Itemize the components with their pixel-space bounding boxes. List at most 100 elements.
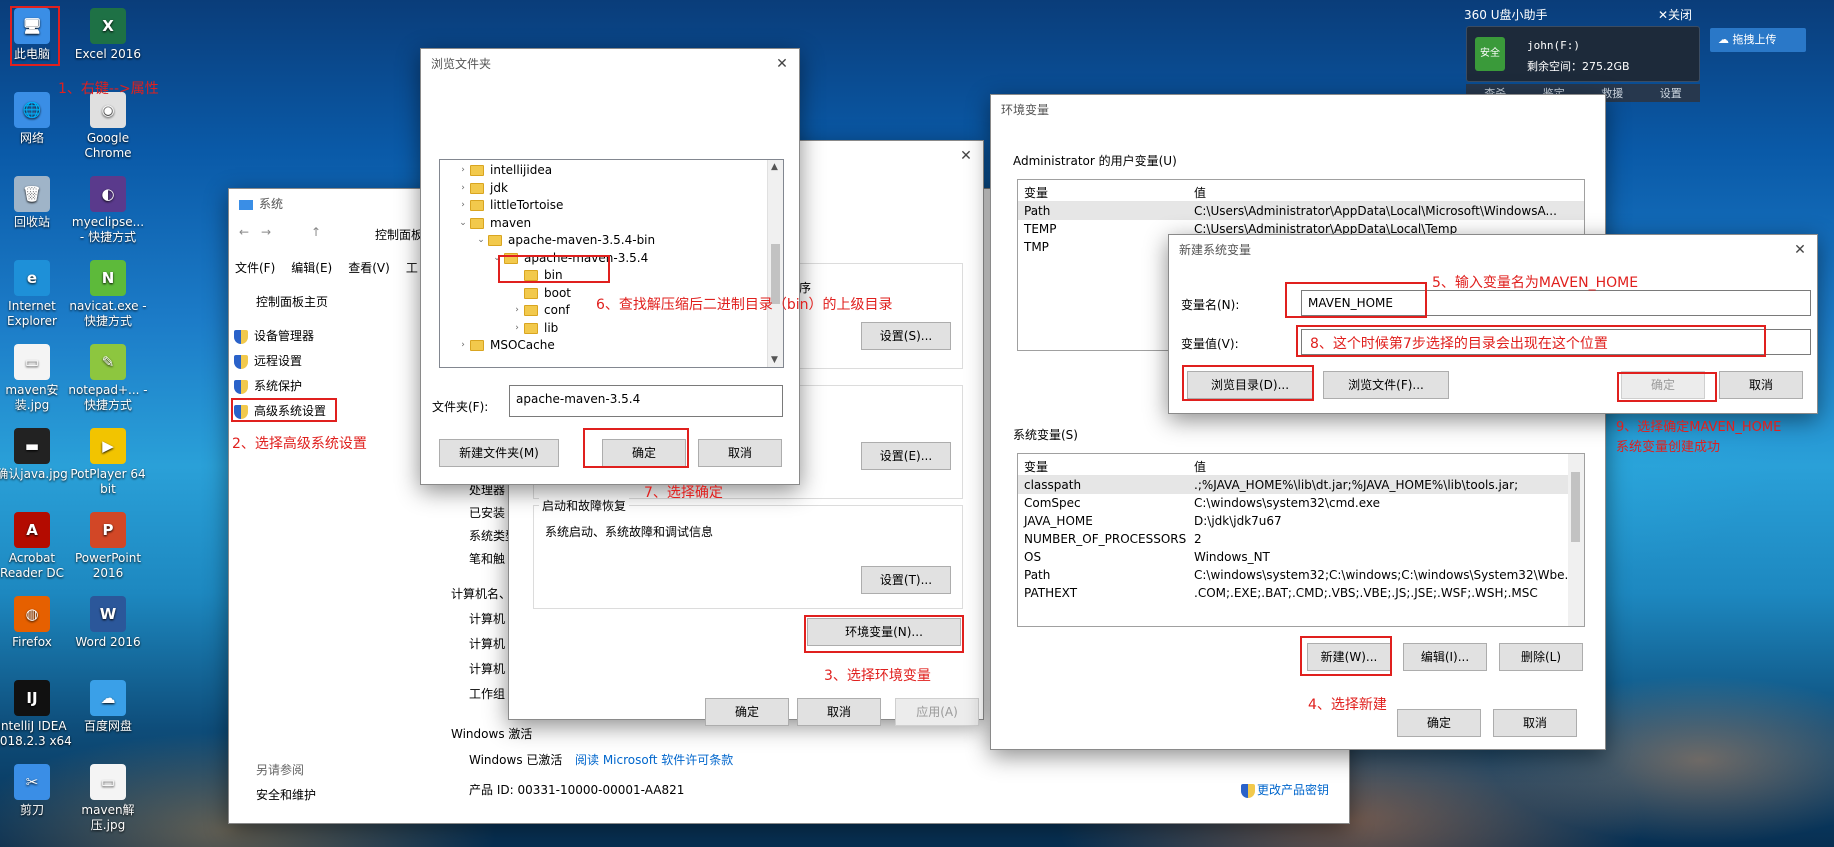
security-maintenance-link[interactable]: 安全和维护 — [256, 786, 316, 803]
table-row[interactable]: JAVA_HOME D:\jdk\jdk7u67 — [1018, 512, 1584, 530]
menu-view[interactable]: 查看(V) — [348, 259, 390, 276]
change-product-key-link[interactable]: 更改产品密钥 — [1241, 781, 1329, 798]
performance-settings-button[interactable]: 设置(S)... — [861, 322, 951, 350]
desktop-icon[interactable]: ▶ PotPlayer 64 bit — [68, 428, 148, 497]
value-cell: D:\jdk\jdk7u67 — [1194, 514, 1282, 528]
expand-chevron-icon[interactable]: ⌄ — [456, 215, 470, 232]
back-arrow-icon[interactable]: ← — [239, 225, 249, 239]
see-also-heading: 另请参阅 — [256, 763, 305, 777]
delete-variable-button[interactable]: 删除(L) — [1499, 643, 1583, 671]
table-row[interactable]: ComSpec C:\windows\system32\cmd.exe — [1018, 494, 1584, 512]
tree-item[interactable]: › littleTortoise — [456, 197, 563, 214]
desktop-icon[interactable]: ◍ Firefox — [0, 596, 72, 650]
close-icon[interactable]: ✕ — [949, 141, 983, 171]
browse-folder-dialog: 浏览文件夹 ✕ › intellijidea › jdk › littleTortoise… — [420, 48, 800, 485]
desktop-icon[interactable]: IJ IntelliJ IDEA 2018.2.3 x64 — [0, 680, 72, 749]
tree-item[interactable]: boot — [510, 285, 571, 302]
expand-chevron-icon[interactable]: › — [456, 162, 470, 179]
up-arrow-icon[interactable]: ↑ — [311, 225, 321, 239]
expand-chevron-icon[interactable]: › — [510, 302, 524, 319]
license-terms-link[interactable]: 阅读 Microsoft 软件许可条款 — [575, 751, 733, 768]
app-icon: ▬ — [14, 428, 50, 464]
tree-item[interactable]: ⌄ apache-maven-3.5.4-bin — [474, 232, 655, 249]
tree-item[interactable]: › lib — [510, 320, 558, 337]
upload-button[interactable]: ☁ 拖拽上传 — [1710, 28, 1806, 52]
new-folder-button[interactable]: 新建文件夹(M) — [439, 439, 559, 467]
scroll-thumb[interactable] — [1571, 472, 1580, 542]
browse-file-button[interactable]: 浏览文件(F)... — [1323, 371, 1449, 399]
windows-activation-heading: Windows 激活 — [451, 727, 533, 741]
table-row[interactable]: NUMBER_OF_PROCESSORS 2 — [1018, 530, 1584, 548]
menu-bar: 文件(F) 编辑(E) 查看(V) 工 — [235, 259, 418, 276]
shield-icon — [1241, 783, 1255, 798]
tree-item[interactable]: ⌄ maven — [456, 215, 531, 232]
variable-cell: Path — [1024, 568, 1051, 582]
desktop-icon[interactable]: ▭ maven解压.jpg — [68, 764, 148, 833]
ok-button[interactable]: 确定 — [1397, 709, 1481, 737]
startup-settings-button[interactable]: 设置(T)... — [861, 566, 951, 594]
desktop-icon[interactable]: ✂ 剪刀 — [0, 764, 72, 818]
menu-edit[interactable]: 编辑(E) — [291, 259, 332, 276]
table-row[interactable]: Path C:\windows\system32;C:\windows;C:\wi… — [1018, 566, 1584, 584]
sys-scrollbar[interactable] — [1568, 454, 1584, 626]
tree-item[interactable]: › intellijidea — [456, 162, 552, 179]
close-icon[interactable]: ✕ — [1783, 235, 1817, 265]
breadcrumb[interactable]: 控制面板 — [375, 226, 423, 243]
desktop-icon[interactable]: Nnavicat.exe - 快捷方式 — [68, 260, 148, 329]
expand-chevron-icon[interactable]: › — [456, 337, 470, 354]
scroll-down-icon[interactable]: ▼ — [771, 355, 778, 365]
col-variable: 变量 — [1024, 460, 1049, 474]
env-title: 环境变量 — [1001, 103, 1050, 117]
desktop-icon[interactable]: W Word 2016 — [68, 596, 148, 650]
tree-scrollbar[interactable]: ▲ ▼ — [767, 160, 783, 367]
table-row[interactable]: Path C:\Users\Administrator\AppData\Local… — [1018, 202, 1584, 220]
desktop-icon[interactable]: ▭ maven安装.jpg — [0, 344, 72, 413]
scroll-up-icon[interactable]: ▲ — [771, 162, 778, 172]
table-row[interactable]: OS Windows_NT — [1018, 548, 1584, 566]
desktop-icon[interactable]: X Excel 2016 — [68, 8, 148, 62]
tree-item[interactable]: › jdk — [456, 180, 508, 197]
control-panel-home-link[interactable]: 控制面板主页 — [256, 293, 328, 310]
table-row[interactable]: PATHEXT .COM;.EXE;.BAT;.CMD;.VBS;.VBE;.JS… — [1018, 584, 1584, 602]
expand-chevron-icon[interactable]: › — [456, 180, 470, 197]
desktop-icon[interactable]: ◉ Google Chrome — [68, 92, 148, 161]
expand-chevron-icon[interactable]: › — [456, 197, 470, 214]
cancel-button[interactable]: 取消 — [698, 439, 782, 467]
tree-item[interactable]: › conf — [510, 302, 570, 319]
cancel-button[interactable]: 取消 — [797, 698, 881, 726]
desktop-icon[interactable]: A Acrobat Reader DC — [0, 512, 72, 581]
tab-settings[interactable]: 设置 — [1660, 85, 1682, 101]
annotation-step5: 5、输入变量名为MAVEN_HOME — [1432, 275, 1639, 291]
apply-button[interactable]: 应用(A) — [895, 698, 979, 726]
desktop-icon[interactable]: ▬ 确认java.jpg — [0, 428, 72, 482]
forward-arrow-icon[interactable]: → — [261, 225, 271, 239]
cancel-button[interactable]: 取消 — [1493, 709, 1577, 737]
link-remote-settings[interactable]: 远程设置 — [234, 352, 302, 369]
ok-button[interactable]: 确定 — [705, 698, 789, 726]
user-vars-heading: Administrator 的用户变量(U) — [1013, 154, 1177, 168]
folder-icon — [470, 217, 484, 229]
product-id: 产品 ID: 00331-10000-00001-AA821 — [469, 783, 685, 797]
tree-item[interactable]: › MSOCache — [456, 337, 555, 354]
desktop-icon[interactable]: ◐ myeclipse... - 快捷方式 — [68, 176, 148, 245]
value-cell: .;%JAVA_HOME%\lib\dt.jar;%JAVA_HOME%\lib… — [1194, 478, 1519, 492]
menu-tools[interactable]: 工 — [406, 259, 418, 276]
desktop-icon[interactable]: ☁ 百度网盘 — [68, 680, 148, 734]
desktop-icon[interactable]: ✎ notepad+... - 快捷方式 — [68, 344, 148, 413]
desktop-icon[interactable]: e Internet Explorer — [0, 260, 72, 329]
link-system-protection[interactable]: 系统保护 — [234, 377, 302, 394]
user-profiles-settings-button[interactable]: 设置(E)... — [861, 442, 951, 470]
desktop-icon[interactable]: P PowerPoint 2016 — [68, 512, 148, 581]
edit-variable-button[interactable]: 编辑(I)... — [1403, 643, 1487, 671]
desktop-icon[interactable]: 🗑 回收站 — [0, 176, 72, 230]
close-icon[interactable]: ✕ — [765, 49, 799, 79]
menu-file[interactable]: 文件(F) — [235, 259, 275, 276]
cancel-button[interactable]: 取消 — [1719, 371, 1803, 399]
folder-input[interactable]: apache-maven-3.5.4 — [509, 385, 783, 417]
expand-chevron-icon[interactable]: ⌄ — [474, 232, 488, 249]
expand-chevron-icon[interactable]: › — [510, 320, 524, 337]
link-device-manager[interactable]: 设备管理器 — [234, 327, 314, 344]
table-row[interactable]: classpath .;%JAVA_HOME%\lib\dt.jar;%JAVA_… — [1018, 476, 1584, 494]
desktop-icon[interactable]: 🌐 网络 — [0, 92, 72, 146]
u360-close-button[interactable]: ✕关闭 — [1658, 6, 1692, 23]
